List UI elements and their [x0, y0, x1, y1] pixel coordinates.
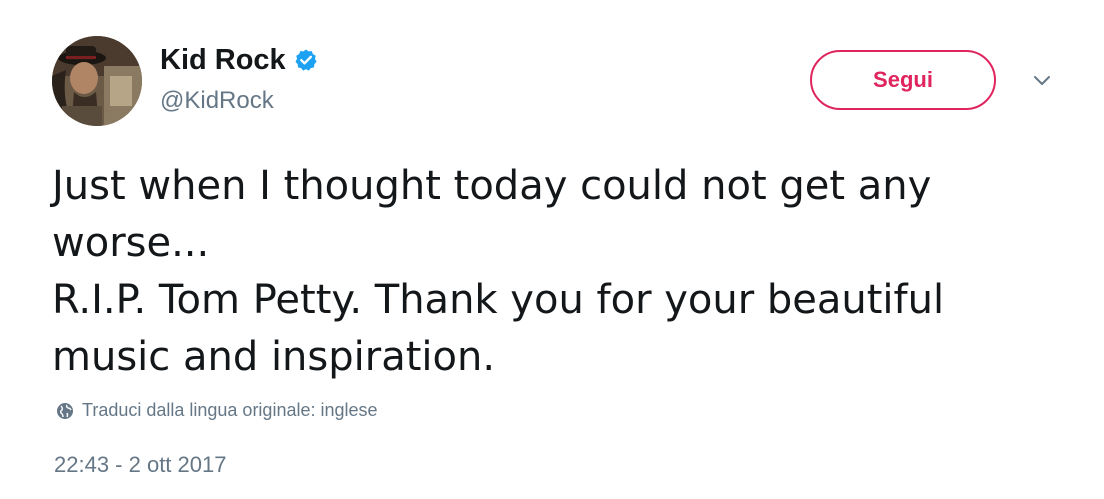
translate-link[interactable]: Traduci dalla lingua originale: inglese [56, 400, 378, 421]
verified-badge-icon [294, 48, 318, 72]
author-name-row[interactable]: Kid Rock [160, 42, 318, 78]
avatar[interactable] [52, 36, 142, 126]
author-display-name[interactable]: Kid Rock [160, 42, 286, 78]
globe-icon [56, 402, 74, 420]
avatar-portrait-icon [52, 36, 142, 126]
tweet-timestamp[interactable]: 22:43 - 2 ott 2017 [54, 452, 226, 478]
translate-label[interactable]: Traduci dalla lingua originale: inglese [82, 400, 378, 421]
follow-button[interactable]: Segui [810, 50, 996, 110]
tweet-card: Kid Rock @KidRock Segui Just when I thou… [0, 0, 1104, 499]
tweet-text: Just when I thought today could not get … [52, 163, 945, 380]
author-handle[interactable]: @KidRock [160, 85, 274, 117]
chevron-down-icon[interactable] [1030, 72, 1054, 90]
